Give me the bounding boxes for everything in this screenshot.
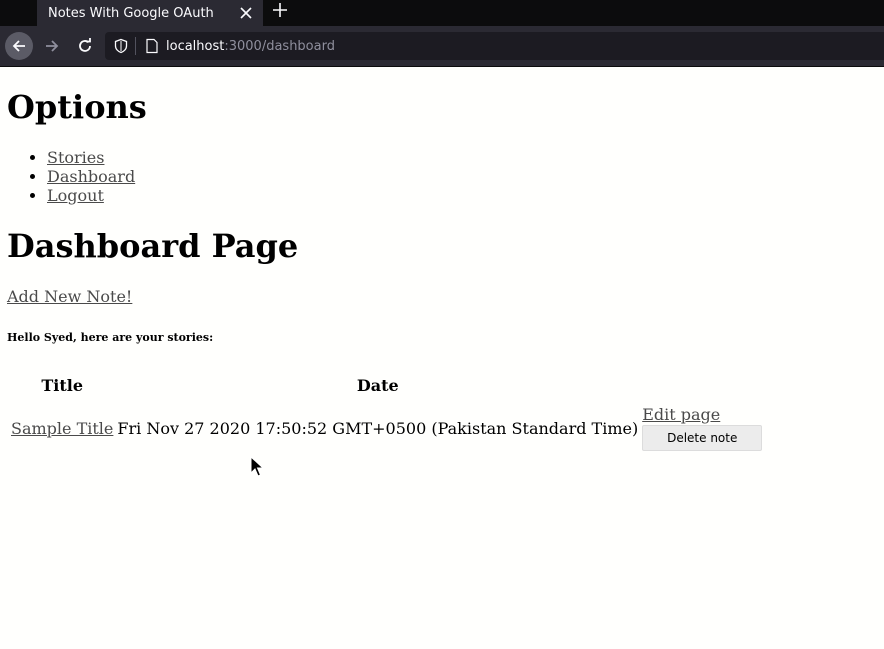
- close-tab-icon[interactable]: [237, 4, 255, 22]
- table-header-row: Title Date: [10, 369, 763, 402]
- add-new-note-link[interactable]: Add New Note!: [7, 287, 132, 307]
- browser-tab[interactable]: Notes With Google OAuth: [37, 0, 263, 26]
- stories-link[interactable]: Stories: [47, 148, 104, 167]
- navigation-toolbar: localhost:3000/dashboard: [0, 26, 884, 67]
- url-separator: [135, 37, 136, 55]
- menu-item-stories: Stories: [47, 148, 135, 167]
- back-arrow-icon: [12, 40, 25, 52]
- back-button[interactable]: [5, 32, 33, 60]
- column-header-actions: [641, 369, 763, 402]
- date-cell: Fri Nov 27 2020 17:50:52 GMT+0500 (Pakis…: [117, 418, 639, 438]
- address-bar[interactable]: localhost:3000/dashboard: [105, 32, 884, 60]
- url-text[interactable]: localhost:3000/dashboard: [166, 39, 335, 54]
- story-title-link[interactable]: Sample Title: [11, 419, 113, 438]
- tracking-protection-shield-icon[interactable]: [113, 38, 129, 54]
- reload-icon: [79, 38, 91, 52]
- dashboard-link[interactable]: Dashboard: [47, 167, 135, 186]
- title-cell: Sample Title: [10, 404, 114, 452]
- delete-note-button[interactable]: Delete note: [642, 425, 763, 451]
- forward-button[interactable]: [38, 32, 66, 60]
- table-row: Sample Title Fri Nov 27 2020 17:50:52 GM…: [10, 404, 763, 452]
- dashboard-heading: Dashboard Page: [7, 227, 299, 265]
- stories-table: Title Date Sample Title Fri Nov 27 2020 …: [8, 367, 765, 454]
- logout-link[interactable]: Logout: [47, 186, 104, 205]
- url-host: localhost: [166, 38, 225, 54]
- new-tab-plus-icon[interactable]: [270, 0, 290, 20]
- tab-strip: Notes With Google OAuth: [0, 0, 884, 26]
- greeting-text: Hello Syed, here are your stories:: [7, 331, 214, 344]
- mouse-cursor-icon: [250, 456, 264, 477]
- edit-page-link[interactable]: Edit page: [642, 405, 762, 425]
- tab-title: Notes With Google OAuth: [48, 5, 214, 21]
- page-info-icon[interactable]: [145, 38, 159, 54]
- options-menu: Stories Dashboard Logout: [7, 148, 135, 205]
- actions-cell: Edit page Delete note: [641, 404, 763, 452]
- menu-item-dashboard: Dashboard: [47, 167, 135, 186]
- column-header-title: Title: [41, 376, 84, 395]
- url-path: :3000/dashboard: [224, 38, 335, 54]
- options-heading: Options: [7, 88, 147, 126]
- reload-button[interactable]: [71, 32, 99, 60]
- column-header-date: Date: [356, 376, 399, 395]
- forward-arrow-icon: [46, 40, 59, 52]
- menu-item-logout: Logout: [47, 186, 135, 205]
